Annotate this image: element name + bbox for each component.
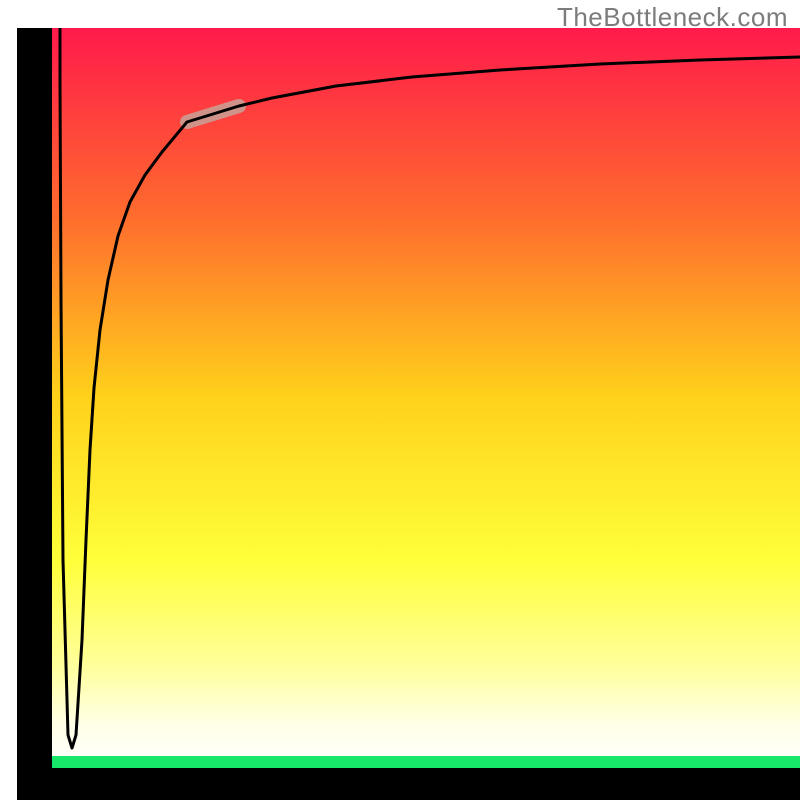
watermark-text: TheBottleneck.com: [557, 2, 788, 33]
axis-left: [17, 28, 52, 775]
green-baseline-stripe: [52, 756, 800, 768]
axis-bottom: [17, 768, 800, 800]
chart-container: TheBottleneck.com: [0, 0, 800, 800]
plot-background: [52, 28, 800, 768]
bottleneck-chart: [0, 0, 800, 800]
